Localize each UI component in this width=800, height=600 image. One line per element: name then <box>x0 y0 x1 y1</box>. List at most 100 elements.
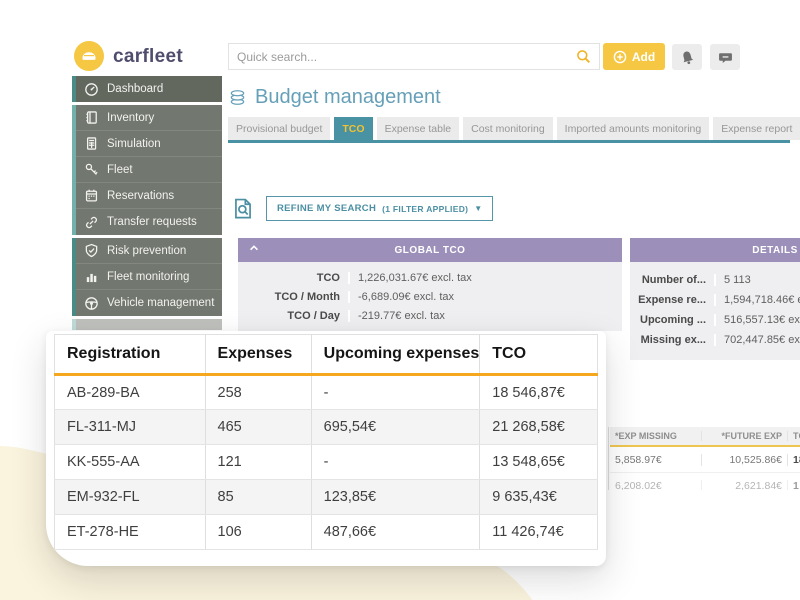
stat-value: -219.77€ excl. tax <box>350 310 445 322</box>
tab-provisional-budget[interactable]: Provisional budget <box>228 117 330 140</box>
sidebar-group-1: Dashboard <box>72 76 222 102</box>
stat-label: TCO / Month <box>238 291 350 303</box>
tab-bar: Provisional budget TCO Expense table Cos… <box>228 117 800 140</box>
global-tco-header[interactable]: GLOBAL TCO <box>238 238 622 262</box>
stat-value: 516,557.13€ excl. tax <box>716 314 800 326</box>
sidebar-item-inventory[interactable]: Inventory <box>76 105 222 131</box>
background-table-border <box>608 427 609 490</box>
column-header-tco: TCO <box>480 335 598 375</box>
sidebar-item-risk-prevention[interactable]: Risk prevention <box>76 238 222 264</box>
stat-value: 1,226,031.67€ excl. tax <box>350 272 472 284</box>
cell-upcoming-expenses: 487,66€ <box>311 515 480 550</box>
stat-label: Upcoming ... <box>630 314 716 326</box>
sidebar-item-label: Reservations <box>107 190 174 202</box>
page: carfleet Add <box>0 0 800 600</box>
add-button-label: Add <box>632 50 655 64</box>
refine-search-button[interactable]: REFINE MY SEARCH (1 FILTER APPLIED) ▼ <box>266 196 493 221</box>
brand-name: carfleet <box>113 46 183 68</box>
table-row[interactable]: FL-311-MJ 465 695,54€ 21 268,58€ <box>55 410 598 445</box>
cell-upcoming-expenses: - <box>311 375 480 410</box>
plus-circle-icon <box>613 50 627 64</box>
cell-tco: 1 <box>788 480 800 491</box>
stat-value: 5 113 <box>716 274 751 286</box>
bell-icon <box>678 48 696 66</box>
calculator-icon <box>84 136 99 151</box>
cell-tco: 9 635,43€ <box>480 480 598 515</box>
cell-upcoming-expenses: 695,54€ <box>311 410 480 445</box>
page-title: Budget management <box>228 86 441 109</box>
sidebar-item-dashboard[interactable]: Dashboard <box>76 76 222 102</box>
chevron-up-icon[interactable] <box>248 242 260 254</box>
cell-expenses: 85 <box>205 480 311 515</box>
stat-row: Upcoming ... 516,557.13€ excl. tax <box>630 310 800 330</box>
cell-tco: 13 548,65€ <box>480 445 598 480</box>
column-header-upcoming-expenses: Upcoming expenses <box>311 335 480 375</box>
background-tco-table: *EXP MISSING *FUTURE EXP TCO 5,858.97€ 1… <box>610 427 800 490</box>
cell-registration: KK-555-AA <box>55 445 206 480</box>
stat-row: TCO / Month -6,689.09€ excl. tax <box>238 287 622 306</box>
car-icon <box>79 46 99 66</box>
column-header: *EXP MISSING <box>610 431 702 441</box>
stat-value: 702,447.85€ excl. tax <box>716 334 800 346</box>
stat-value: -6,689.09€ excl. tax <box>350 291 454 303</box>
global-tco-title: GLOBAL TCO <box>395 245 466 256</box>
table-row[interactable]: 5,858.97€ 10,525.86€ 18 <box>610 447 800 473</box>
cell-registration: AB-289-BA <box>55 375 206 410</box>
quick-search <box>228 43 600 70</box>
vehicle-tco-table: Registration Expenses Upcoming expenses … <box>54 334 598 550</box>
sidebar-item-transfer-requests[interactable]: Transfer requests <box>76 209 222 235</box>
tab-imported-amounts-monitoring[interactable]: Imported amounts monitoring <box>557 117 710 140</box>
details-header[interactable]: DETAILS <box>630 238 800 262</box>
details-body: Number of... 5 113 Expense re... 1,594,7… <box>630 262 800 360</box>
cell-registration: FL-311-MJ <box>55 410 206 445</box>
page-title-text: Budget management <box>255 86 441 109</box>
add-button[interactable]: Add <box>603 43 665 70</box>
shield-icon <box>84 243 99 258</box>
chat-bubble-icon <box>718 50 733 65</box>
cell-registration: ET-278-HE <box>55 515 206 550</box>
cell-expenses: 465 <box>205 410 311 445</box>
sidebar-item-fleet-monitoring[interactable]: Fleet monitoring <box>76 264 222 290</box>
tab-expense-table[interactable]: Expense table <box>377 117 460 140</box>
sidebar-group-3: Risk prevention Fleet monitoring Vehicle… <box>72 238 222 316</box>
column-header: TCO <box>788 431 800 441</box>
carfleet-logo[interactable] <box>74 41 104 71</box>
messages-button[interactable] <box>710 44 740 70</box>
cell-future-exp: 10,525.86€ <box>702 454 788 466</box>
sidebar-item-simulation[interactable]: Simulation <box>76 131 222 157</box>
tab-expense-report[interactable]: Expense report <box>713 117 800 140</box>
notifications-button[interactable] <box>672 44 702 70</box>
table-row[interactable]: ET-278-HE 106 487,66€ 11 426,74€ <box>55 515 598 550</box>
table-row[interactable]: 6,208.02€ 2,621.84€ 1 <box>610 473 800 490</box>
sidebar-item-label: Vehicle management <box>107 297 214 309</box>
tab-underline <box>228 140 790 143</box>
sidebar-item-label: Dashboard <box>107 83 163 95</box>
cell-exp-missing: 6,208.02€ <box>610 480 702 491</box>
notebook-icon <box>84 110 99 125</box>
key-icon <box>84 162 99 177</box>
filter-applied-count: (1 FILTER APPLIED) <box>382 204 468 214</box>
sidebar-item-label: Inventory <box>107 112 154 124</box>
global-tco-panel: GLOBAL TCO TCO 1,226,031.67€ excl. tax T… <box>238 238 622 331</box>
search-icon[interactable] <box>576 49 591 64</box>
quick-search-input[interactable] <box>237 50 576 64</box>
table-row[interactable]: EM-932-FL 85 123,85€ 9 635,43€ <box>55 480 598 515</box>
tab-cost-monitoring[interactable]: Cost monitoring <box>463 117 553 140</box>
table-row[interactable]: KK-555-AA 121 - 13 548,65€ <box>55 445 598 480</box>
filter-bar: REFINE MY SEARCH (1 FILTER APPLIED) ▼ <box>232 196 493 221</box>
sidebar-item-label: Risk prevention <box>107 245 186 257</box>
stat-row: Number of... 5 113 <box>630 270 800 290</box>
stat-label: Expense re... <box>630 294 716 306</box>
sidebar-item-reservations[interactable]: Reservations <box>76 183 222 209</box>
global-tco-body: TCO 1,226,031.67€ excl. tax TCO / Month … <box>238 262 622 331</box>
document-search-icon[interactable] <box>232 197 254 221</box>
sidebar-item-fleet[interactable]: Fleet <box>76 157 222 183</box>
sidebar-item-label: Fleet monitoring <box>107 271 189 283</box>
chevron-down-icon: ▼ <box>474 204 482 213</box>
tab-tco[interactable]: TCO <box>334 117 372 140</box>
table-row[interactable]: AB-289-BA 258 - 18 546,87€ <box>55 375 598 410</box>
sidebar-item-vehicle-management[interactable]: Vehicle management <box>76 290 222 316</box>
column-header: *FUTURE EXP <box>702 431 788 441</box>
stat-row: Missing ex... 702,447.85€ excl. tax <box>630 330 800 350</box>
cell-upcoming-expenses: - <box>311 445 480 480</box>
